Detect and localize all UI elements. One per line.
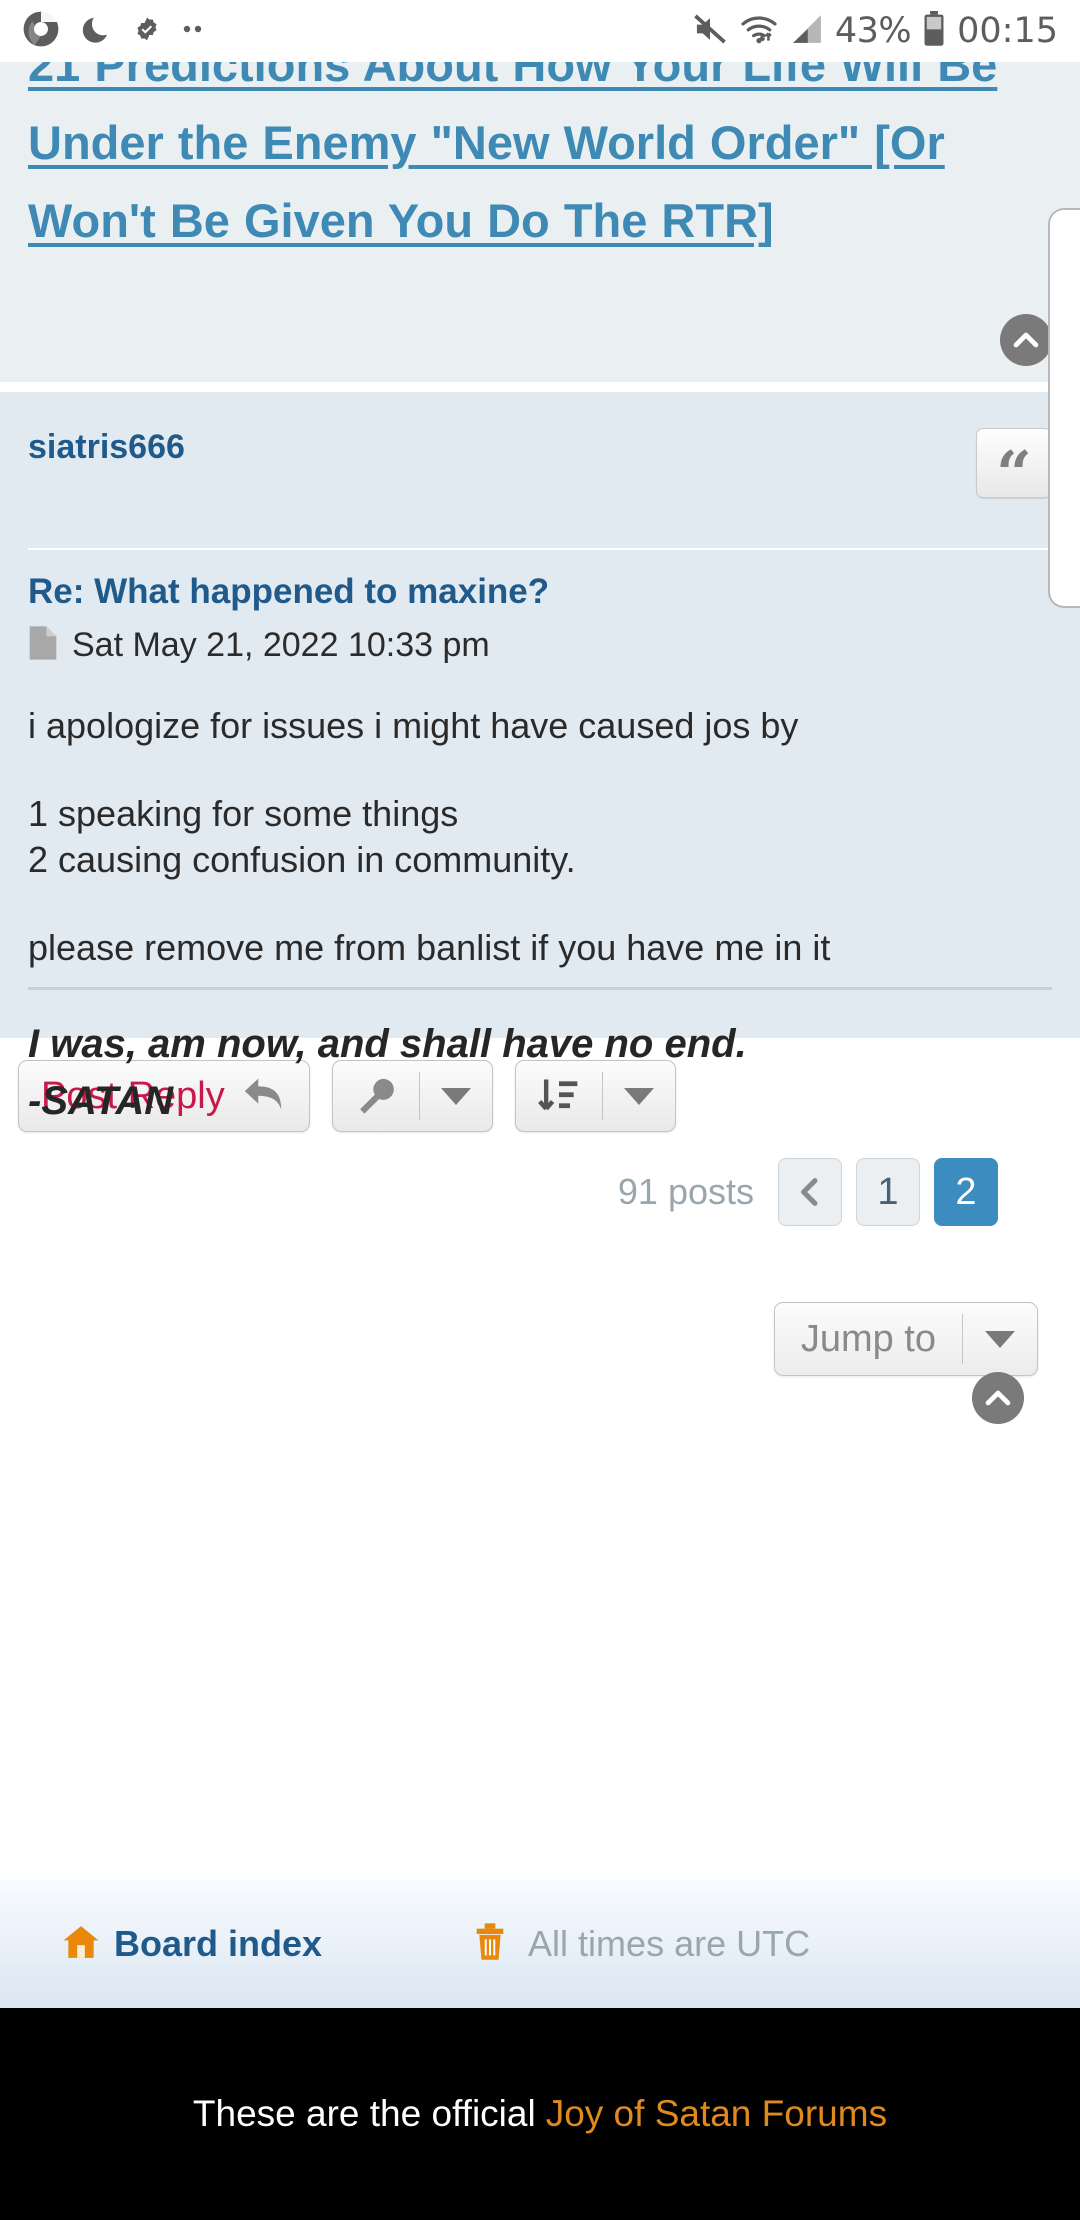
post-separator (0, 382, 1080, 392)
status-bar: 43% 00:15 (0, 0, 1080, 62)
post-signature: I was, am now, and shall have no end. -S… (28, 1022, 747, 1124)
chevron-left-icon (801, 1178, 818, 1206)
home-icon (62, 1924, 100, 1965)
footer-bar: Board index All times are UTC (0, 1880, 1080, 2008)
trash-icon (474, 1922, 506, 1967)
jump-to-dropdown[interactable]: Jump to (773, 1302, 1038, 1376)
board-index-link[interactable]: Board index (62, 1923, 322, 1965)
post-paragraph: 1 speaking for some things 2 causing con… (28, 793, 576, 881)
post-timestamp: Sat May 21, 2022 10:33 pm (72, 626, 490, 664)
verified-badge-icon (134, 16, 160, 47)
pagination-page-1[interactable]: 1 (856, 1158, 920, 1226)
board-index-label: Board index (114, 1923, 323, 1964)
post-header: siatris666 “ (28, 410, 1052, 540)
quote-icon: “ (996, 436, 1032, 510)
more-dots-icon (182, 22, 206, 40)
pagination-prev-button[interactable] (778, 1158, 842, 1226)
chevron-up-icon (985, 1390, 1011, 1406)
post-subject[interactable]: Re: What happened to maxine? (28, 572, 1052, 612)
pagination: 91 posts 1 2 (0, 1132, 1080, 1226)
post-paragraph: i apologize for issues i might have caus… (28, 705, 799, 746)
bottom-banner: These are the official Joy of Satan Foru… (0, 2008, 1080, 2220)
chevron-down-icon (985, 1330, 1015, 1348)
post-author[interactable]: siatris666 (28, 410, 185, 467)
pagination-page-2[interactable]: 2 (934, 1158, 998, 1226)
side-scroll-panel[interactable] (1048, 208, 1080, 608)
wifi-icon (739, 13, 779, 50)
page-content: 21 Predictions About How Your Life Will … (0, 62, 1080, 2220)
header-divider (28, 548, 1052, 550)
scroll-to-top-button[interactable] (972, 1372, 1024, 1424)
mute-icon (692, 13, 728, 50)
banner-text: These are the official (192, 2093, 536, 2134)
posts-count-label: 91 posts (617, 1171, 754, 1212)
screen: 43% 00:15 21 Predictions About How Your … (0, 0, 1080, 2220)
clock-label: 00:15 (957, 11, 1058, 51)
signal-bars-icon (790, 13, 824, 50)
all-times-row: All times are UTC (474, 1922, 810, 1967)
all-times-label: All times are UTC (528, 1923, 811, 1964)
post-paragraph: please remove me from banlist if you hav… (28, 927, 831, 969)
chrome-icon (22, 10, 60, 53)
document-icon (28, 624, 58, 667)
do-not-disturb-moon-icon (82, 12, 112, 51)
jump-to-row: Jump to (0, 1226, 1080, 1376)
status-bar-right-icons: 43% 00:15 (692, 10, 1058, 52)
scroll-to-top-button[interactable] (1000, 314, 1052, 366)
banner-highlight-text: Joy of Satan Forums (545, 2093, 888, 2134)
signature-divider (28, 987, 1052, 991)
post-block: siatris666 “ Re: What happened to maxine… (0, 392, 1080, 1424)
chevron-up-icon (1013, 332, 1039, 348)
previous-post-tail: 21 Predictions About How Your Life Will … (0, 62, 1080, 382)
quote-button[interactable]: “ (976, 428, 1052, 510)
topic-title-link[interactable]: 21 Predictions About How Your Life Will … (28, 62, 1052, 260)
status-bar-left-icons (22, 10, 206, 53)
battery-icon (922, 10, 946, 52)
battery-percent-label: 43% (834, 11, 912, 51)
jump-to-label: Jump to (800, 1317, 936, 1360)
post-timestamp-row: Sat May 21, 2022 10:33 pm (28, 624, 1052, 667)
jump-to-caret[interactable] (963, 1330, 1037, 1348)
post-body: i apologize for issues i might have caus… (28, 703, 1052, 971)
